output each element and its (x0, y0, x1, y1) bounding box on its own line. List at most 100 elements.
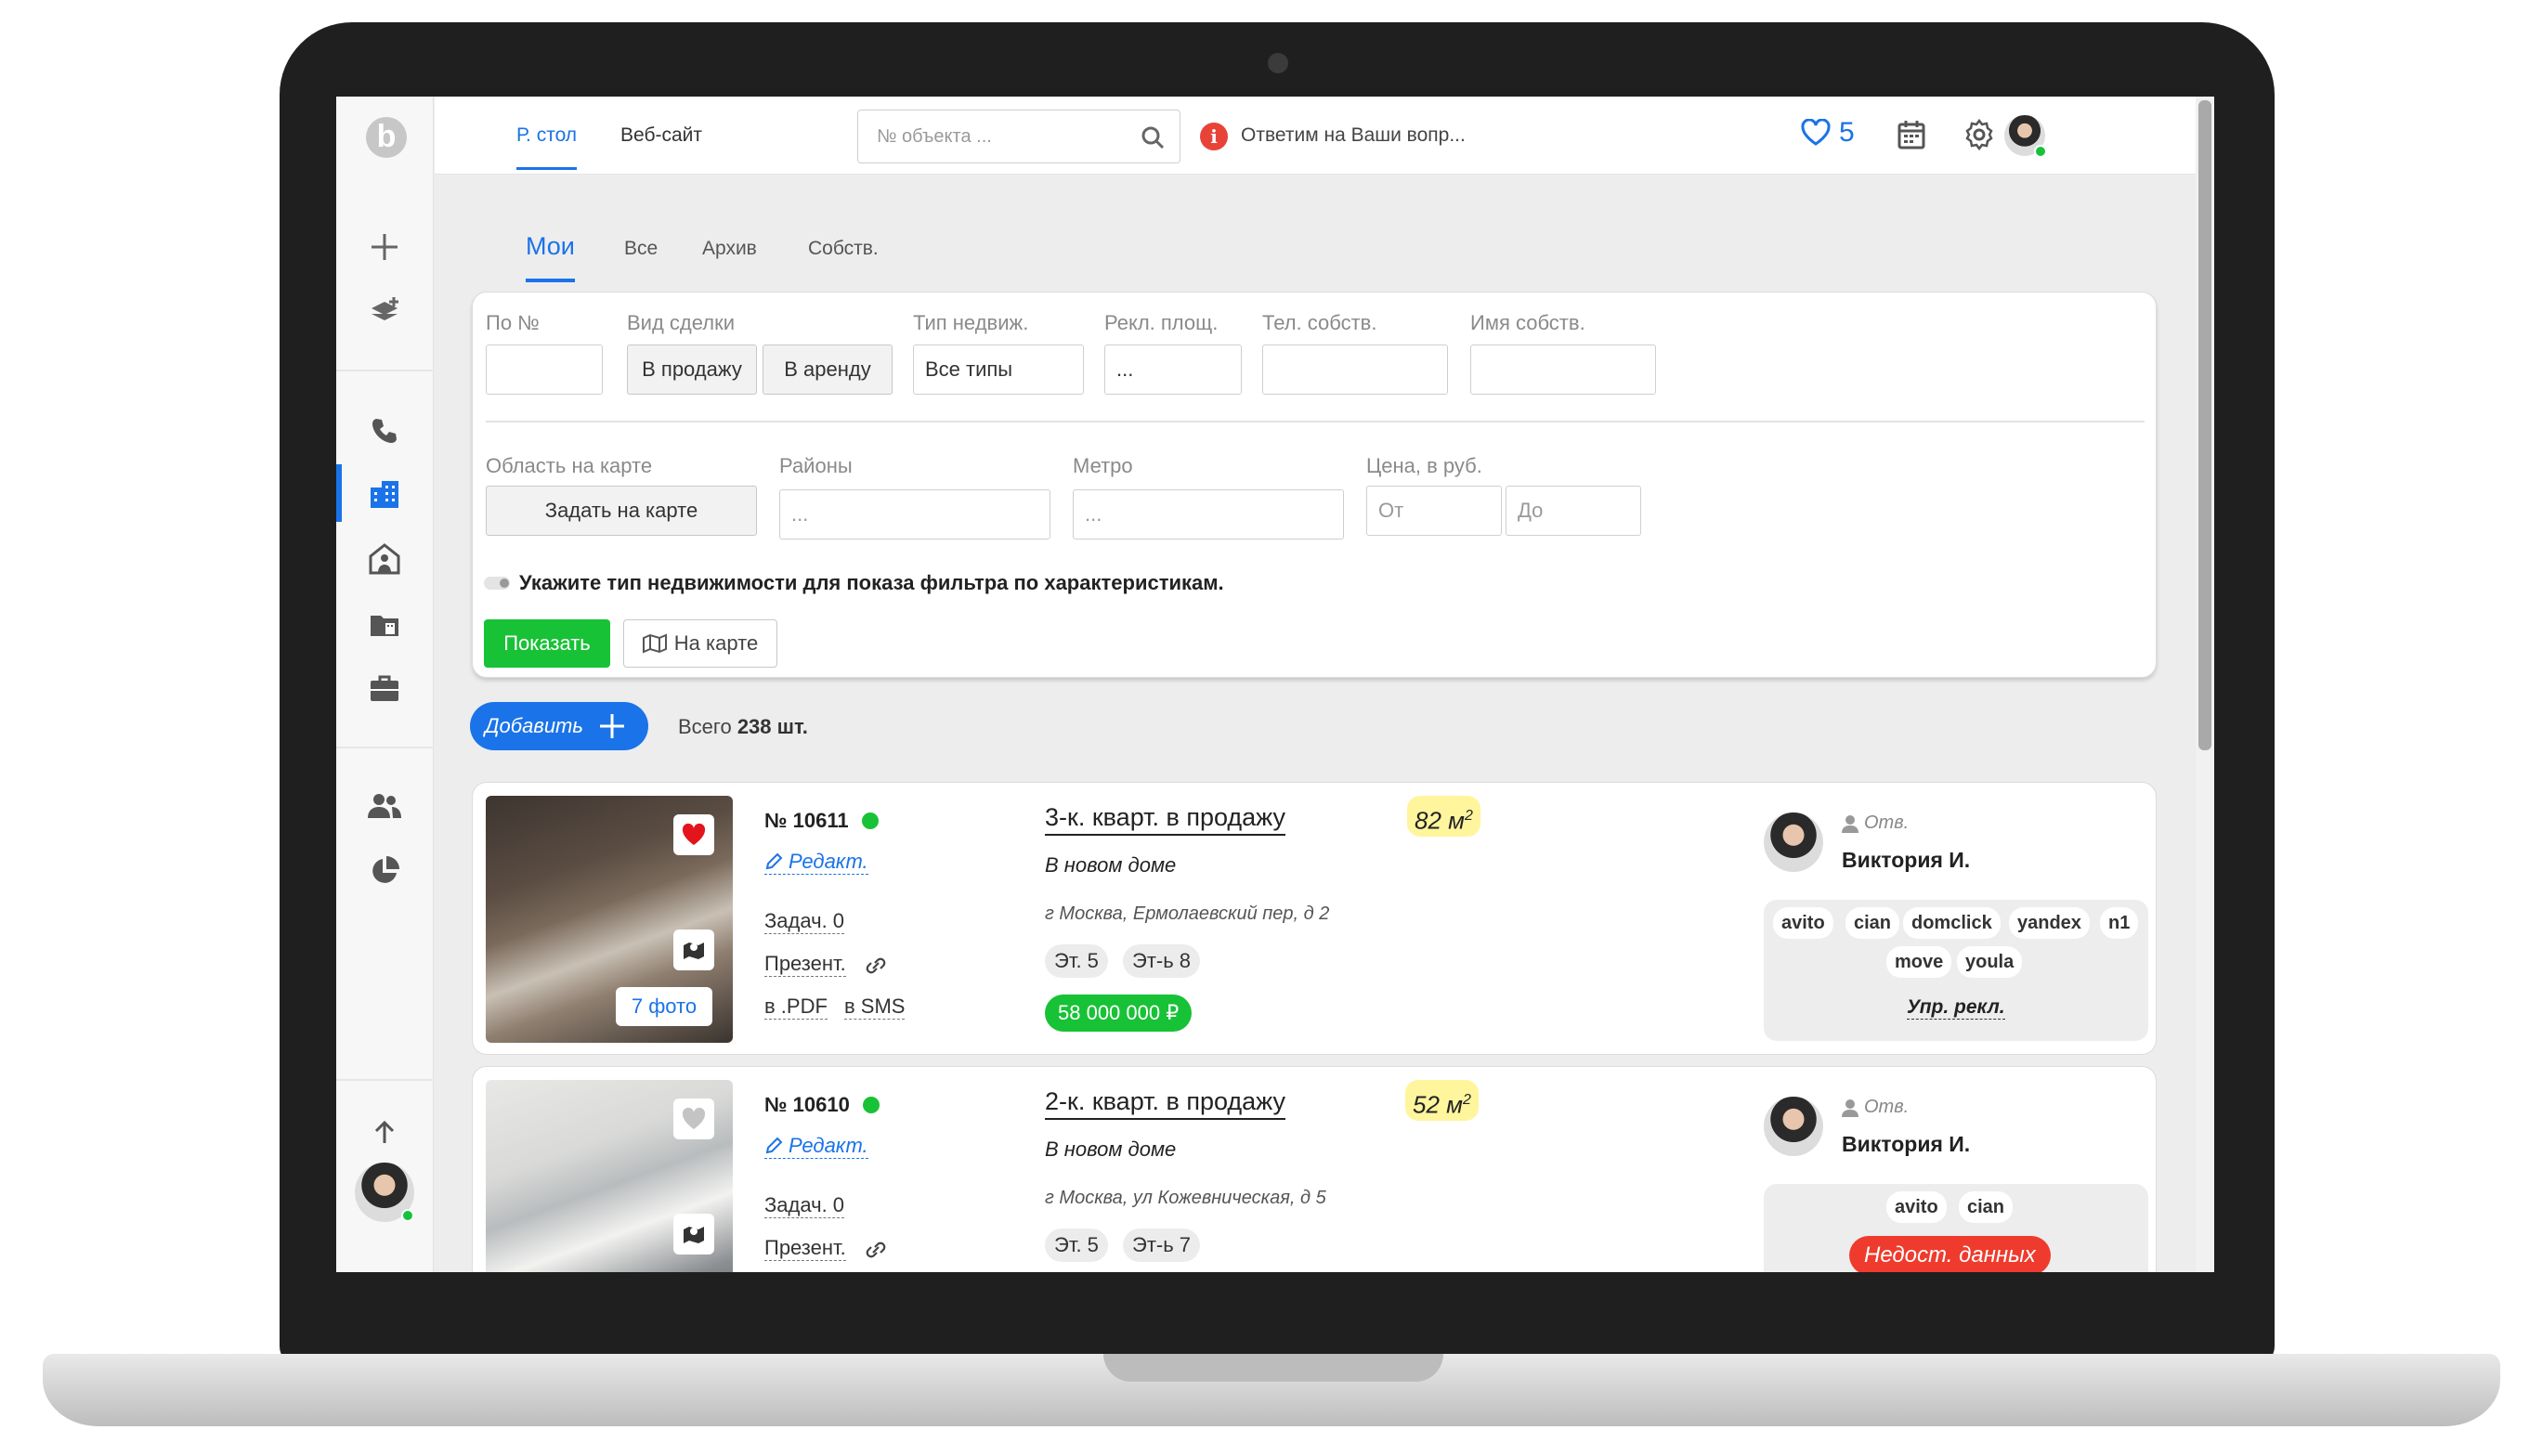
area-value: 52 м (1413, 1090, 1463, 1119)
favorite-toggle[interactable] (673, 814, 714, 855)
ad-tag-avito[interactable]: avito (1886, 1191, 1947, 1223)
pie-chart-icon[interactable] (360, 847, 409, 895)
buildings-icon[interactable] (360, 470, 409, 518)
object-search (857, 110, 1180, 163)
show-map-button[interactable] (673, 1214, 714, 1254)
ad-tag-avito[interactable]: avito (1773, 907, 1833, 939)
favorites-button[interactable]: 5 (1800, 117, 1855, 149)
sidebar-divider (336, 1079, 434, 1081)
listing-title[interactable]: 3-к. кварт. в продажу (1045, 803, 1286, 836)
listing-photo[interactable]: 7 фото (486, 796, 733, 1043)
gear-icon[interactable] (1963, 119, 1995, 150)
scrollbar-thumb[interactable] (2198, 100, 2211, 750)
listing-number: № 10611 (764, 809, 879, 833)
users-icon[interactable] (360, 782, 409, 830)
briefcase-icon[interactable] (360, 665, 409, 713)
ad-tag-move[interactable]: move (1886, 946, 1952, 978)
insufficient-data-badge[interactable]: Недост. данных (1849, 1236, 2051, 1272)
ads-panel: avito cian Недост. данных (1764, 1184, 2148, 1272)
listing-subtitle: В новом доме (1045, 1138, 1177, 1161)
total-prefix: Всего (678, 715, 732, 738)
info-icon[interactable]: i (1200, 123, 1228, 150)
edit-link[interactable]: Редакт. (764, 1134, 868, 1159)
ad-tag-n1[interactable]: n1 (2100, 907, 2139, 939)
object-search-input[interactable] (877, 110, 1137, 162)
folder-building-icon[interactable] (360, 600, 409, 648)
map-icon (642, 633, 667, 654)
ad-tag-youla[interactable]: youla (1957, 946, 2023, 978)
ads-panel: avito cian domclick yandex n1 move youla… (1764, 900, 2148, 1041)
ad-tag-cian[interactable]: cian (1959, 1191, 2014, 1223)
layers-plus-icon[interactable] (360, 288, 409, 336)
property-type-select[interactable]: Все типы (913, 344, 1084, 395)
owner-phone-input[interactable] (1262, 344, 1448, 395)
filter-hint: Укажите тип недвижимости для показа филь… (519, 571, 1224, 594)
filter-divider (486, 421, 2145, 422)
ad-tag-cian[interactable]: cian (1845, 907, 1900, 939)
show-map-button[interactable] (673, 930, 714, 970)
price-to-input[interactable]: До (1506, 486, 1641, 536)
manage-ads-link[interactable]: Упр. рекл. (1907, 996, 2005, 1020)
listing-address: г Москва, Ермолаевский пер, д 2 (1045, 904, 1330, 924)
ad-tag-domclick[interactable]: domclick (1903, 907, 2001, 939)
show-button[interactable]: Показать (484, 619, 610, 668)
tab-all[interactable]: Все (624, 238, 658, 260)
online-status-dot (2034, 145, 2047, 158)
districts-label: Районы (779, 454, 853, 477)
house-person-icon[interactable] (360, 535, 409, 583)
tasks-link[interactable]: Задач. 0 (764, 1193, 845, 1218)
listing-number-text: № 10611 (764, 809, 849, 832)
photo-count[interactable]: 7 фото (616, 987, 712, 1026)
help-link[interactable]: Ответим на Ваши вопр... (1241, 124, 1466, 147)
districts-select[interactable]: ... (779, 489, 1050, 540)
presentation-link[interactable]: Презент. (764, 1236, 846, 1261)
favorite-toggle[interactable] (673, 1098, 714, 1139)
phone-icon[interactable] (360, 407, 409, 455)
tab-owners[interactable]: Собств. (808, 238, 879, 260)
set-on-map-button[interactable]: Задать на карте (486, 486, 757, 536)
tab-mine[interactable]: Мои (526, 232, 575, 282)
app-logo[interactable]: b (366, 117, 407, 158)
calendar-icon[interactable] (1897, 119, 1926, 150)
webcam (1268, 53, 1288, 73)
listing-subtitle: В новом доме (1045, 853, 1177, 877)
add-icon[interactable] (360, 223, 409, 271)
add-object-button[interactable]: Добавить (470, 702, 648, 750)
tasks-link[interactable]: Задач. 0 (764, 909, 845, 934)
deal-rent-button[interactable]: В аренду (763, 344, 893, 395)
characteristics-toggle[interactable] (484, 577, 510, 590)
plus-icon (599, 714, 624, 738)
price-from-input[interactable]: От (1366, 486, 1502, 536)
link-icon[interactable] (863, 956, 889, 976)
sms-link[interactable]: в SMS (844, 994, 906, 1020)
number-input[interactable] (486, 344, 603, 395)
listing-title[interactable]: 2-к. кварт. в продажу (1045, 1087, 1286, 1120)
responsible-avatar (1764, 812, 1823, 872)
responsible-name: Виктория И. (1842, 848, 1971, 872)
heart-empty-icon (682, 1107, 706, 1129)
add-label: Добавить (485, 714, 583, 737)
listing-photo[interactable] (486, 1080, 733, 1272)
show-on-map-button[interactable]: На карте (623, 619, 777, 668)
edit-link[interactable]: Редакт. (764, 850, 868, 875)
person-icon (1842, 1098, 1858, 1117)
pdf-link[interactable]: в .PDF (764, 994, 828, 1020)
metro-select[interactable]: ... (1073, 489, 1344, 540)
area-unit-sup: 2 (1462, 1092, 1471, 1108)
owner-name-input[interactable] (1470, 344, 1656, 395)
laptop-base-notch (1103, 1354, 1443, 1382)
arrow-up-icon[interactable] (360, 1109, 409, 1157)
show-on-map-label: На карте (673, 631, 759, 655)
pencil-icon (765, 1137, 783, 1154)
tab-desktop[interactable]: Р. стол (516, 124, 578, 170)
listing-number-text: № 10610 (764, 1093, 850, 1116)
tab-website[interactable]: Веб-сайт (620, 124, 702, 147)
deal-sale-button[interactable]: В продажу (627, 344, 757, 395)
search-icon[interactable] (1141, 125, 1165, 150)
presentation-link[interactable]: Презент. (764, 952, 846, 977)
ad-tag-yandex[interactable]: yandex (2009, 907, 2090, 939)
tab-archive[interactable]: Архив (702, 238, 757, 260)
area-badge: 52 м2 (1405, 1080, 1479, 1121)
link-icon[interactable] (863, 1240, 889, 1260)
ad-platform-select[interactable]: ... (1104, 344, 1242, 395)
